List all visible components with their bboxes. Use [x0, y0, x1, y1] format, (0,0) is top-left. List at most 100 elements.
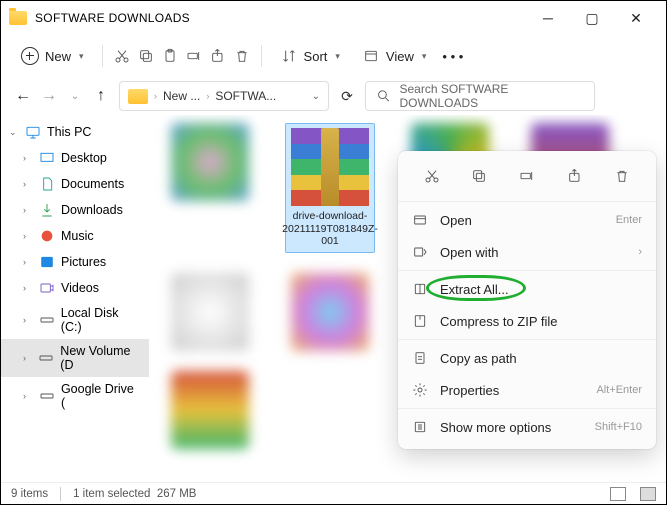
extract-icon [412, 281, 428, 297]
search-placeholder: Search SOFTWARE DOWNLOADS [399, 82, 584, 110]
ctx-copy-button[interactable] [465, 163, 493, 189]
expander-icon[interactable]: ⌄ [9, 127, 19, 138]
archive-icon [291, 128, 369, 206]
view-icon [362, 47, 380, 65]
menu-label: Extract All... [440, 282, 642, 297]
file-item[interactable] [285, 273, 375, 351]
window-folder-icon [9, 11, 27, 25]
paste-button[interactable] [161, 47, 179, 65]
copy-button[interactable] [137, 47, 155, 65]
pc-icon [25, 124, 41, 140]
ctx-open[interactable]: Open Enter [398, 204, 656, 236]
tree-item-documents[interactable]: ›Documents [1, 171, 149, 197]
menu-label: Open with [440, 245, 626, 260]
ctx-cut-button[interactable] [418, 163, 446, 189]
plus-icon [21, 47, 39, 65]
tree-item-new-volume[interactable]: › New Volume (D [1, 339, 149, 377]
expander-icon[interactable]: › [23, 231, 33, 241]
menu-label: Properties [440, 383, 584, 398]
expander-icon[interactable]: › [23, 353, 32, 363]
tree-item-desktop[interactable]: ›Desktop [1, 145, 149, 171]
file-item[interactable] [165, 123, 255, 253]
chevron-down-icon: ▾ [79, 51, 84, 62]
separator [398, 270, 656, 271]
tree-item-local-disk[interactable]: ›Local Disk (C:) [1, 301, 149, 339]
tree-item-google-drive[interactable]: › Google Drive ( [1, 377, 149, 415]
divider [60, 487, 61, 501]
tree-label: New Volume (D [60, 344, 141, 372]
file-item-selected[interactable]: drive-download-20211119T081849Z-001 [285, 123, 375, 253]
search-input[interactable]: Search SOFTWARE DOWNLOADS [365, 81, 595, 111]
rename-button[interactable] [185, 47, 203, 65]
breadcrumb-seg[interactable]: New ... [163, 89, 200, 103]
refresh-button[interactable]: ⟳ [339, 88, 355, 105]
menu-accel: Shift+F10 [595, 421, 642, 433]
separator [398, 339, 656, 340]
tree-item-pictures[interactable]: › Pictures [1, 249, 149, 275]
drive-icon [39, 312, 55, 328]
tree-label: Google Drive ( [61, 382, 141, 410]
open-icon [412, 212, 428, 228]
expander-icon[interactable]: › [23, 153, 33, 163]
search-icon [376, 88, 391, 104]
selection-info: 1 item selected 267 MB [73, 488, 196, 500]
separator [261, 45, 262, 67]
ctx-rename-button[interactable] [513, 163, 541, 189]
sort-icon [280, 47, 298, 65]
ctx-extract-all[interactable]: Extract All... [398, 273, 656, 305]
menu-label: Copy as path [440, 351, 642, 366]
expander-icon[interactable]: › [23, 315, 33, 325]
ctx-compress[interactable]: Compress to ZIP file [398, 305, 656, 337]
delete-button[interactable] [233, 47, 251, 65]
ctx-more-options[interactable]: Show more options Shift+F10 [398, 411, 656, 443]
minimize-button[interactable]: ─ [526, 4, 570, 32]
expander-icon[interactable]: › [23, 391, 33, 401]
ctx-delete-button[interactable] [608, 163, 636, 189]
documents-icon [39, 176, 55, 192]
more-button[interactable]: • • • [440, 45, 465, 68]
more-options-icon [412, 419, 428, 435]
tree-item-music[interactable]: ›Music [1, 223, 149, 249]
expander-icon[interactable]: › [23, 205, 33, 215]
ctx-copy-path[interactable]: Copy as path [398, 342, 656, 374]
breadcrumb-seg[interactable]: SOFTWA... [215, 89, 276, 103]
expander-icon[interactable]: › [23, 179, 33, 189]
pictures-icon [39, 254, 55, 270]
forward-button[interactable]: → [41, 87, 57, 105]
file-item[interactable] [165, 371, 255, 449]
tree-item-videos[interactable]: › Videos [1, 275, 149, 301]
tree-root-this-pc[interactable]: ⌄ This PC [1, 119, 149, 145]
ctx-share-button[interactable] [561, 163, 589, 189]
menu-label: Show more options [440, 420, 583, 435]
view-button[interactable]: View ▾ [354, 43, 434, 69]
cut-button[interactable] [113, 47, 131, 65]
expander-icon[interactable]: › [23, 257, 33, 267]
tree-label: Videos [61, 281, 99, 295]
view-label: View [386, 49, 414, 64]
file-name: drive-download-20211119T081849Z-001 [282, 210, 378, 248]
expander-icon[interactable]: › [23, 283, 33, 293]
drive-icon [39, 388, 55, 404]
window-title: SOFTWARE DOWNLOADS [35, 11, 190, 25]
up-button[interactable]: ↑ [93, 87, 109, 105]
recent-button[interactable]: ⌄ [67, 91, 83, 102]
sort-button[interactable]: Sort ▾ [272, 43, 348, 69]
new-button[interactable]: New ▾ [13, 43, 92, 69]
chevron-down-icon[interactable]: ⌄ [312, 91, 320, 102]
title-bar: SOFTWARE DOWNLOADS ─ ▢ ✕ [1, 1, 666, 35]
details-view-button[interactable] [610, 487, 626, 501]
breadcrumb[interactable]: › New ... › SOFTWA... ⌄ [119, 81, 329, 111]
sort-label: Sort [304, 49, 328, 64]
tree-item-downloads[interactable]: ›Downloads [1, 197, 149, 223]
ctx-open-with[interactable]: Open with › [398, 236, 656, 268]
nav-tree: ⌄ This PC ›Desktop ›Documents ›Downloads… [1, 115, 149, 482]
maximize-button[interactable]: ▢ [570, 4, 614, 32]
ctx-properties[interactable]: Properties Alt+Enter [398, 374, 656, 406]
back-button[interactable]: ← [15, 87, 31, 105]
share-button[interactable] [209, 47, 227, 65]
close-button[interactable]: ✕ [614, 4, 658, 32]
file-item[interactable] [165, 273, 255, 351]
large-icons-view-button[interactable] [640, 487, 656, 501]
tree-label: Pictures [61, 255, 106, 269]
separator [102, 45, 103, 67]
